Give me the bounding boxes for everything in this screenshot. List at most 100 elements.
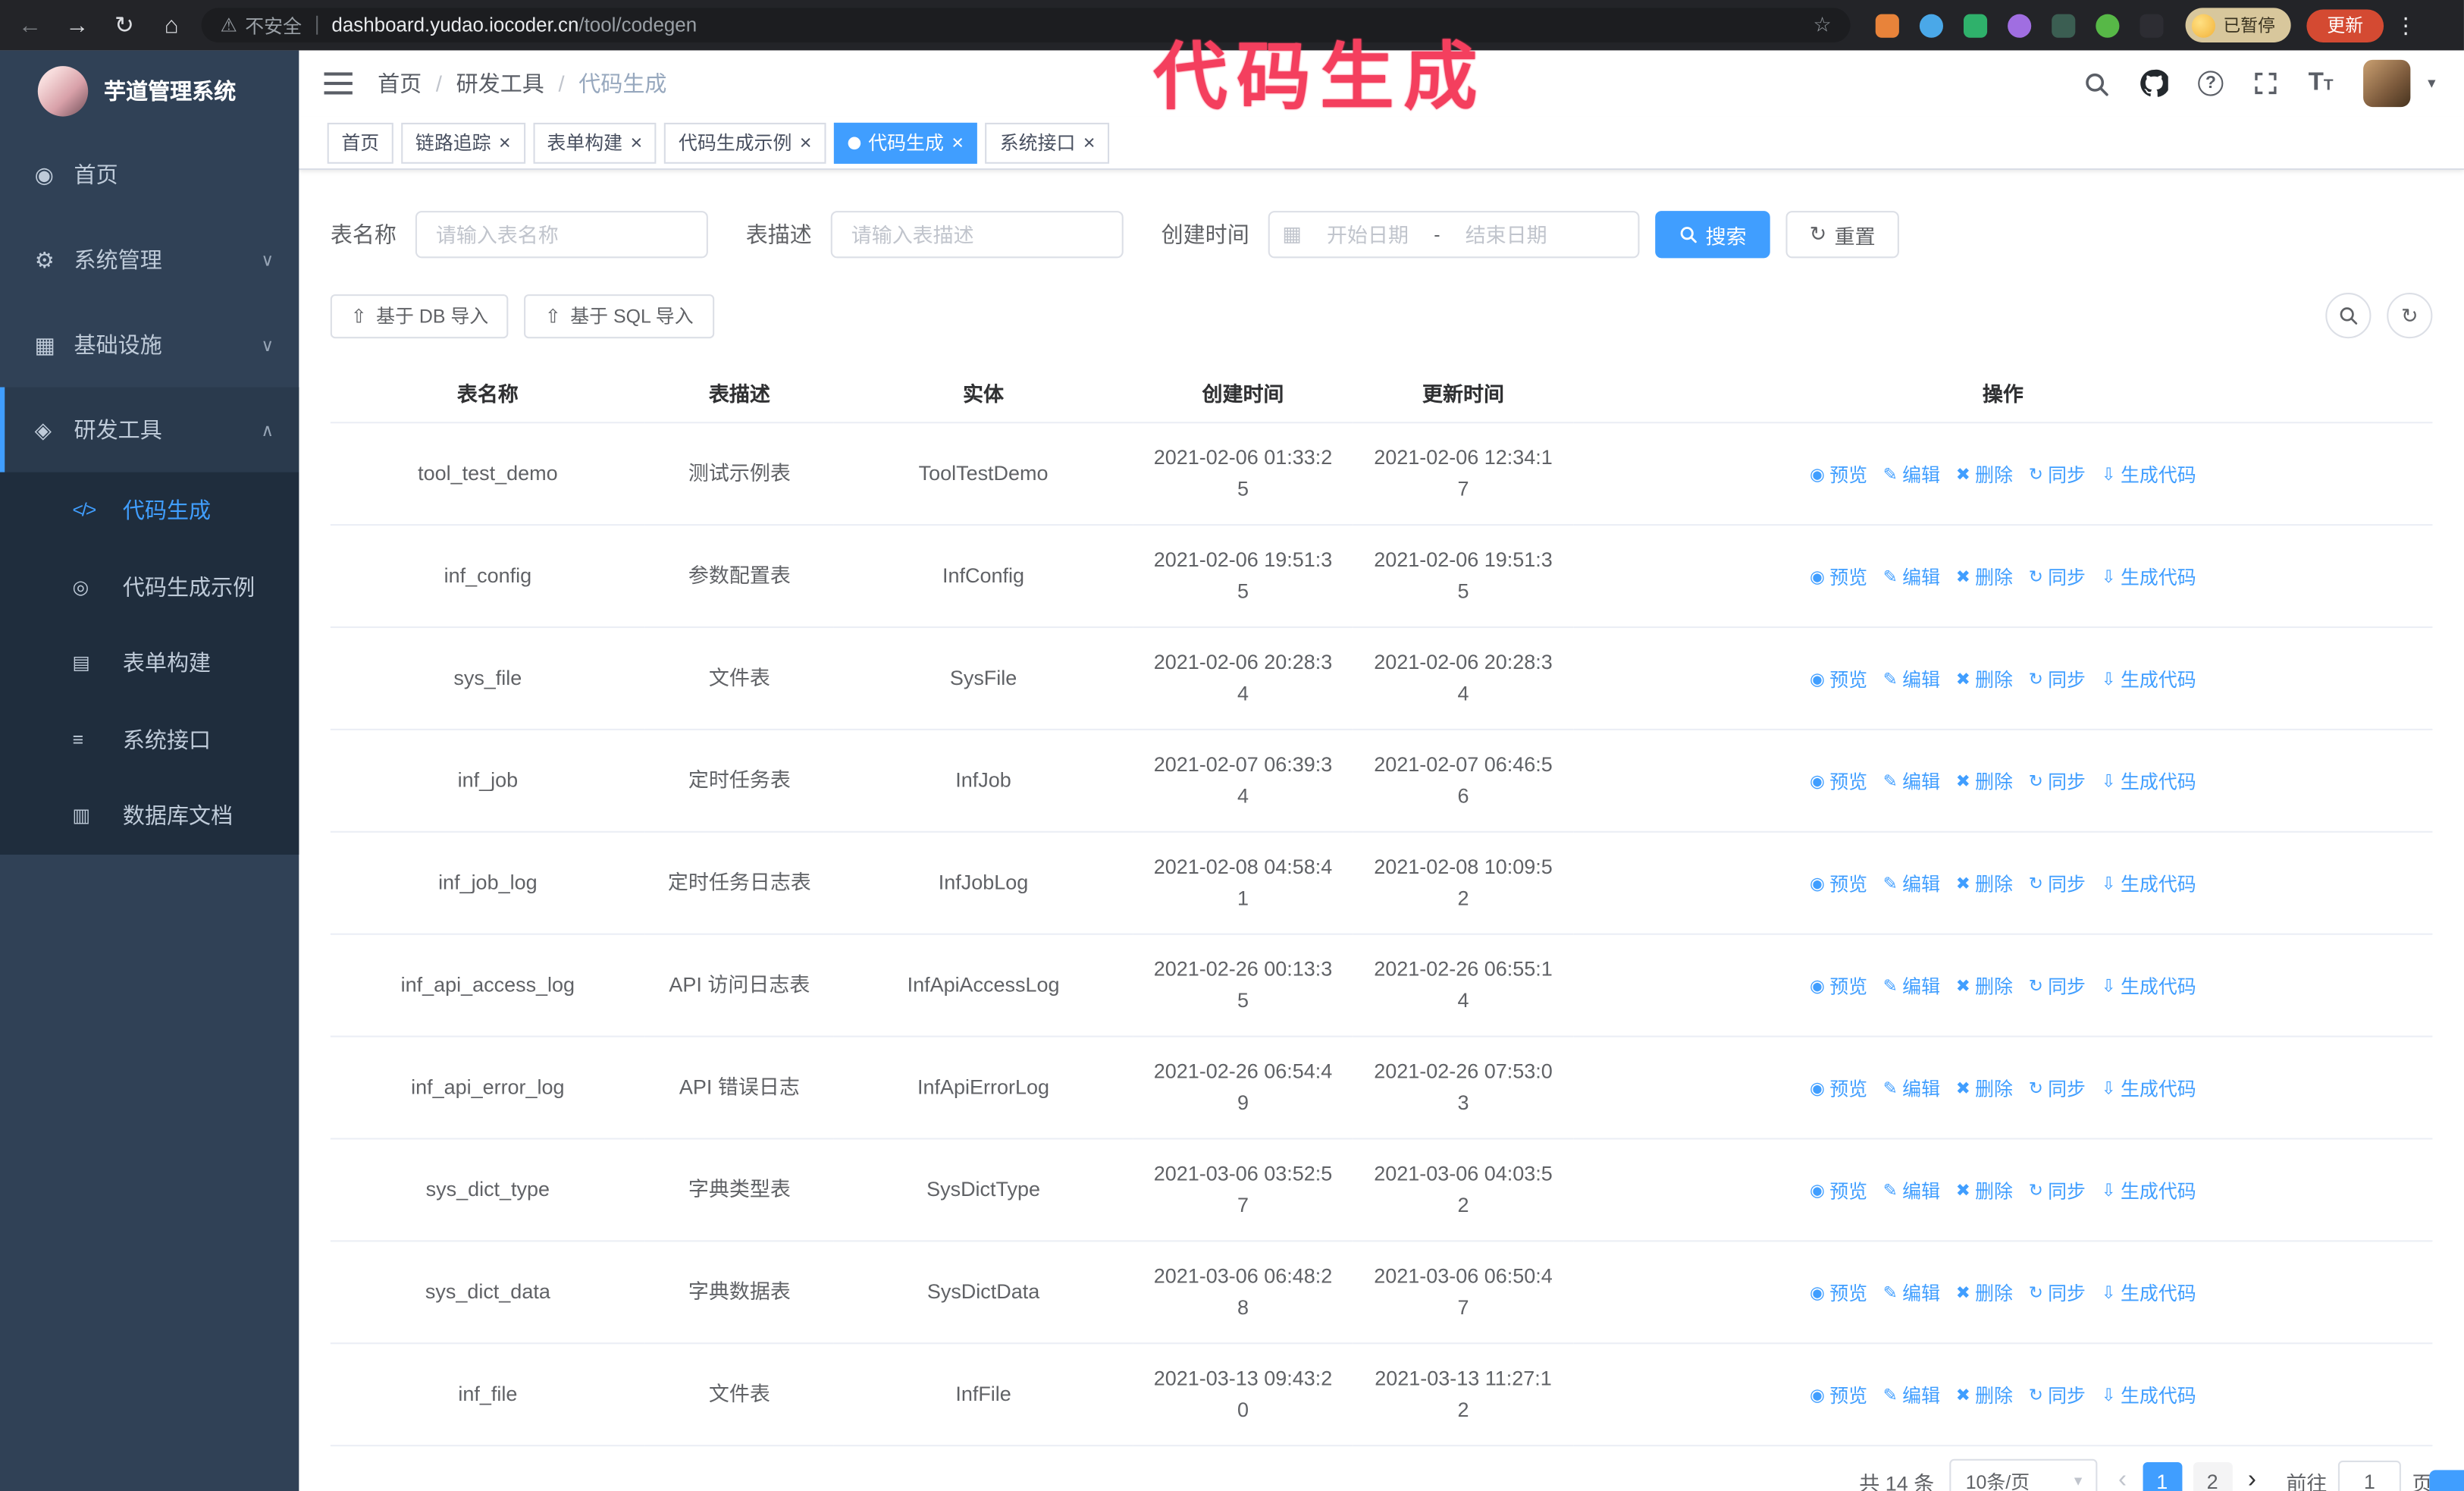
action-generate[interactable]: ⇩ 生成代码 [2102, 459, 2196, 491]
view-tab-0[interactable]: 首页 [327, 121, 393, 163]
action-edit[interactable]: ✎ 编辑 [1883, 970, 1940, 1002]
sidebar-subitem-0[interactable]: </> 代码生成 [0, 472, 299, 549]
action-delete[interactable]: ✖ 删除 [1956, 1277, 2013, 1309]
view-tab-5[interactable]: 系统接口 × [986, 121, 1110, 163]
action-delete[interactable]: ✖ 删除 [1956, 561, 2013, 593]
import-db-button[interactable]: ⇧ 基于 DB 导入 [330, 293, 509, 338]
help-icon[interactable]: ? [2198, 71, 2224, 96]
extension-icon[interactable] [2052, 13, 2076, 37]
sidebar-subitem-3[interactable]: ≡ 系统接口 [0, 702, 299, 778]
extension-icon[interactable] [1875, 13, 1899, 37]
floating-action[interactable] [2429, 1470, 2464, 1491]
page-number-2[interactable]: 2 [2193, 1461, 2233, 1491]
sidebar-item-3[interactable]: ◈ 研发工具 ∧ [0, 387, 299, 472]
extension-icon[interactable] [2096, 13, 2120, 37]
browser-menu-icon[interactable]: ⋮ [2395, 12, 2417, 39]
github-icon[interactable] [2140, 69, 2168, 97]
action-delete[interactable]: ✖ 删除 [1956, 766, 2013, 798]
action-sync[interactable]: ↻ 同步 [2029, 766, 2086, 798]
action-preview[interactable]: ◉ 预览 [1810, 561, 1867, 593]
user-avatar[interactable] [2363, 59, 2411, 108]
action-edit[interactable]: ✎ 编辑 [1883, 766, 1940, 798]
view-tab-1[interactable]: 链路追踪 × [401, 121, 525, 163]
action-sync[interactable]: ↻ 同步 [2029, 1380, 2086, 1411]
breadcrumb-item[interactable]: 研发工具 [456, 67, 544, 99]
action-sync[interactable]: ↻ 同步 [2029, 459, 2086, 491]
prev-page-icon[interactable]: ‹ [2114, 1467, 2132, 1491]
home-icon[interactable]: ⌂ [148, 12, 195, 39]
action-edit[interactable]: ✎ 编辑 [1883, 664, 1940, 695]
action-sync[interactable]: ↻ 同步 [2029, 1277, 2086, 1309]
action-delete[interactable]: ✖ 删除 [1956, 459, 2013, 491]
font-size-icon[interactable]: TT [2309, 70, 2334, 96]
bookmark-star-icon[interactable]: ☆ [1813, 13, 1831, 38]
action-edit[interactable]: ✎ 编辑 [1883, 459, 1940, 491]
url-bar[interactable]: ⚠ 不安全 dashboard.yudao.iocoder.cn /tool/c… [201, 8, 1851, 43]
forward-icon[interactable]: → [54, 12, 101, 39]
extension-icon[interactable] [2140, 13, 2164, 37]
goto-page-input[interactable] [2337, 1460, 2401, 1491]
action-edit[interactable]: ✎ 编辑 [1883, 1175, 1940, 1207]
sidebar-subitem-1[interactable]: ◎ 代码生成示例 [0, 548, 299, 625]
profile-chip[interactable]: 已暂停 [2185, 8, 2291, 43]
action-edit[interactable]: ✎ 编辑 [1883, 561, 1940, 593]
search-icon[interactable] [2083, 70, 2110, 96]
breadcrumb-item[interactable]: 首页 [378, 67, 422, 99]
action-preview[interactable]: ◉ 预览 [1810, 1380, 1867, 1411]
view-tab-4[interactable]: 代码生成 × [833, 121, 978, 163]
view-tab-2[interactable]: 表单构建 × [532, 121, 657, 163]
table-name-input[interactable] [415, 211, 708, 259]
action-preview[interactable]: ◉ 预览 [1810, 868, 1867, 900]
action-preview[interactable]: ◉ 预览 [1810, 970, 1867, 1002]
action-sync[interactable]: ↻ 同步 [2029, 664, 2086, 695]
tab-close-icon[interactable]: × [499, 132, 511, 152]
action-sync[interactable]: ↻ 同步 [2029, 1072, 2086, 1104]
action-sync[interactable]: ↻ 同步 [2029, 970, 2086, 1002]
action-generate[interactable]: ⇩ 生成代码 [2102, 1380, 2196, 1411]
action-preview[interactable]: ◉ 预览 [1810, 664, 1867, 695]
action-generate[interactable]: ⇩ 生成代码 [2102, 1072, 2196, 1104]
action-sync[interactable]: ↻ 同步 [2029, 561, 2086, 593]
hamburger-icon[interactable] [324, 72, 353, 95]
action-preview[interactable]: ◉ 预览 [1810, 766, 1867, 798]
tab-close-icon[interactable]: × [800, 132, 812, 152]
tab-close-icon[interactable]: × [951, 132, 964, 152]
sidebar-item-1[interactable]: ⚙ 系统管理 ∨ [0, 217, 299, 302]
toggle-search-icon[interactable] [2325, 293, 2372, 339]
action-delete[interactable]: ✖ 删除 [1956, 1072, 2013, 1104]
page-number-1[interactable]: 1 [2142, 1461, 2182, 1491]
action-sync[interactable]: ↻ 同步 [2029, 868, 2086, 900]
page-size-select[interactable]: 10条/页 ▾ [1949, 1458, 2099, 1491]
sidebar-item-0[interactable]: ◉ 首页 [0, 132, 299, 217]
refresh-icon[interactable]: ↻ [2387, 293, 2433, 339]
import-sql-button[interactable]: ⇧ 基于 SQL 导入 [524, 293, 714, 338]
action-edit[interactable]: ✎ 编辑 [1883, 1380, 1940, 1411]
reload-icon[interactable]: ↻ [101, 11, 148, 39]
sidebar-item-2[interactable]: ▦ 基础设施 ∨ [0, 302, 299, 387]
action-generate[interactable]: ⇩ 生成代码 [2102, 868, 2196, 900]
action-sync[interactable]: ↻ 同步 [2029, 1175, 2086, 1207]
extension-icon[interactable] [1963, 13, 1988, 37]
end-date-input[interactable] [1446, 221, 1566, 248]
reset-button[interactable]: ↻ 重置 [1785, 211, 1899, 259]
breadcrumb-item[interactable]: 代码生成 [578, 67, 666, 99]
action-delete[interactable]: ✖ 删除 [1956, 1175, 2013, 1207]
browser-update-button[interactable]: 更新 [2306, 8, 2384, 42]
action-generate[interactable]: ⇩ 生成代码 [2102, 664, 2196, 695]
action-delete[interactable]: ✖ 删除 [1956, 868, 2013, 900]
fullscreen-icon[interactable] [2253, 71, 2278, 96]
tab-close-icon[interactable]: × [630, 132, 642, 152]
action-edit[interactable]: ✎ 编辑 [1883, 868, 1940, 900]
action-preview[interactable]: ◉ 预览 [1810, 1072, 1867, 1104]
action-generate[interactable]: ⇩ 生成代码 [2102, 1175, 2196, 1207]
avatar-caret-icon[interactable]: ▾ [2428, 75, 2435, 93]
extension-icon[interactable] [1919, 13, 1943, 37]
sidebar-subitem-2[interactable]: ▤ 表单构建 [0, 625, 299, 702]
start-date-input[interactable] [1308, 221, 1428, 248]
action-delete[interactable]: ✖ 删除 [1956, 664, 2013, 695]
action-preview[interactable]: ◉ 预览 [1810, 1277, 1867, 1309]
tab-close-icon[interactable]: × [1083, 132, 1096, 152]
action-generate[interactable]: ⇩ 生成代码 [2102, 766, 2196, 798]
next-page-icon[interactable]: › [2243, 1467, 2262, 1491]
search-button[interactable]: 搜索 [1655, 211, 1770, 259]
